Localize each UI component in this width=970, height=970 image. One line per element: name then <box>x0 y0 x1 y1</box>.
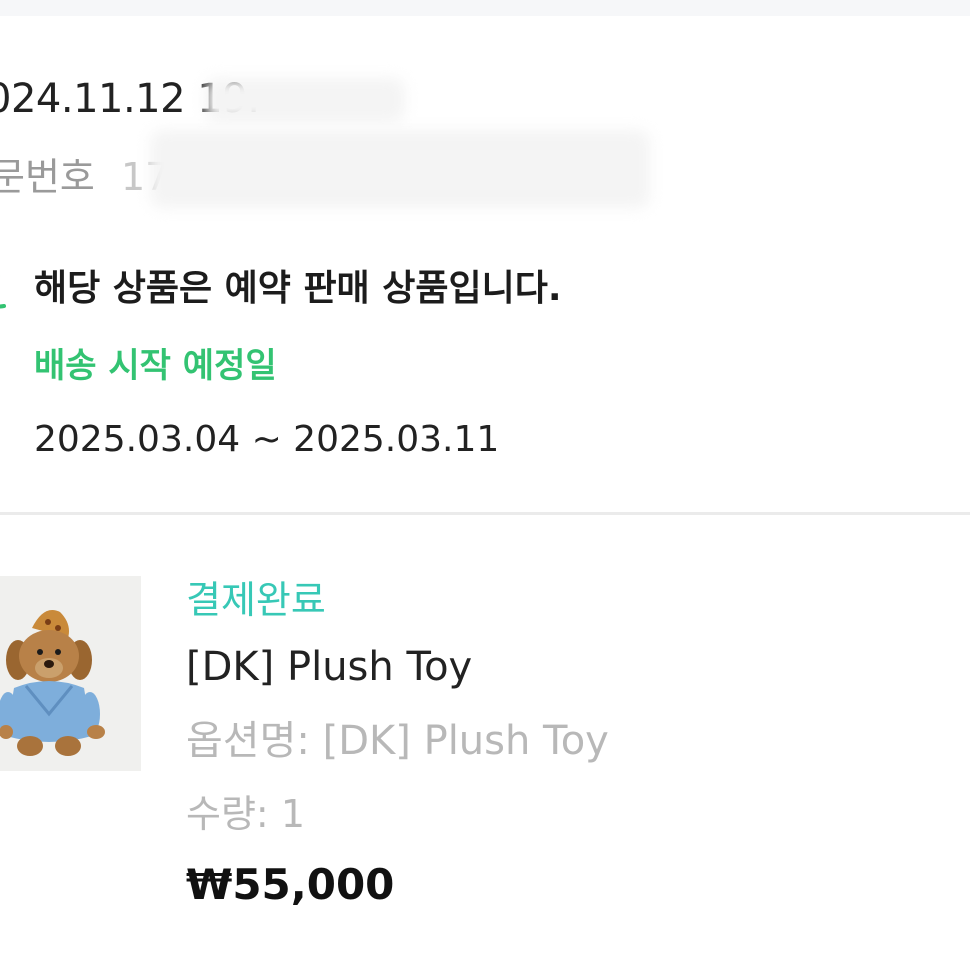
option-value: [DK] Plush Toy <box>322 718 609 764</box>
preorder-clock-icon <box>0 275 6 309</box>
option-label: 옵션명: <box>186 718 310 764</box>
shipping-date-range: 2025.03.04 ~ 2025.03.11 <box>34 419 500 460</box>
order-date-redaction <box>205 78 405 122</box>
order-detail-page: 024.11.12 19. 문번호 17 해당 상품은 예약 판매 상품입니다.… <box>0 0 970 970</box>
section-divider <box>0 512 970 515</box>
order-number-redaction <box>150 130 650 208</box>
payment-status: 결제완료 <box>186 578 326 622</box>
product-option: 옵션명: [DK] Plush Toy <box>186 716 609 766</box>
quantity-value: 1 <box>280 792 306 836</box>
quantity-label: 수량: <box>186 792 269 836</box>
product-quantity: 수량: 1 <box>186 790 305 838</box>
plush-toy-image[interactable] <box>0 576 141 771</box>
shipping-start-label: 배송 시작 예정일 <box>34 346 277 386</box>
top-band <box>0 0 970 16</box>
order-number: 문번호 17 <box>0 153 169 201</box>
product-name[interactable]: [DK] Plush Toy <box>186 642 472 692</box>
product-price: ₩55,000 <box>186 860 395 909</box>
order-number-label: 문번호 <box>0 155 95 199</box>
preorder-notice: 해당 상품은 예약 판매 상품입니다. <box>34 268 562 309</box>
plush-toy-illustration <box>0 610 105 756</box>
